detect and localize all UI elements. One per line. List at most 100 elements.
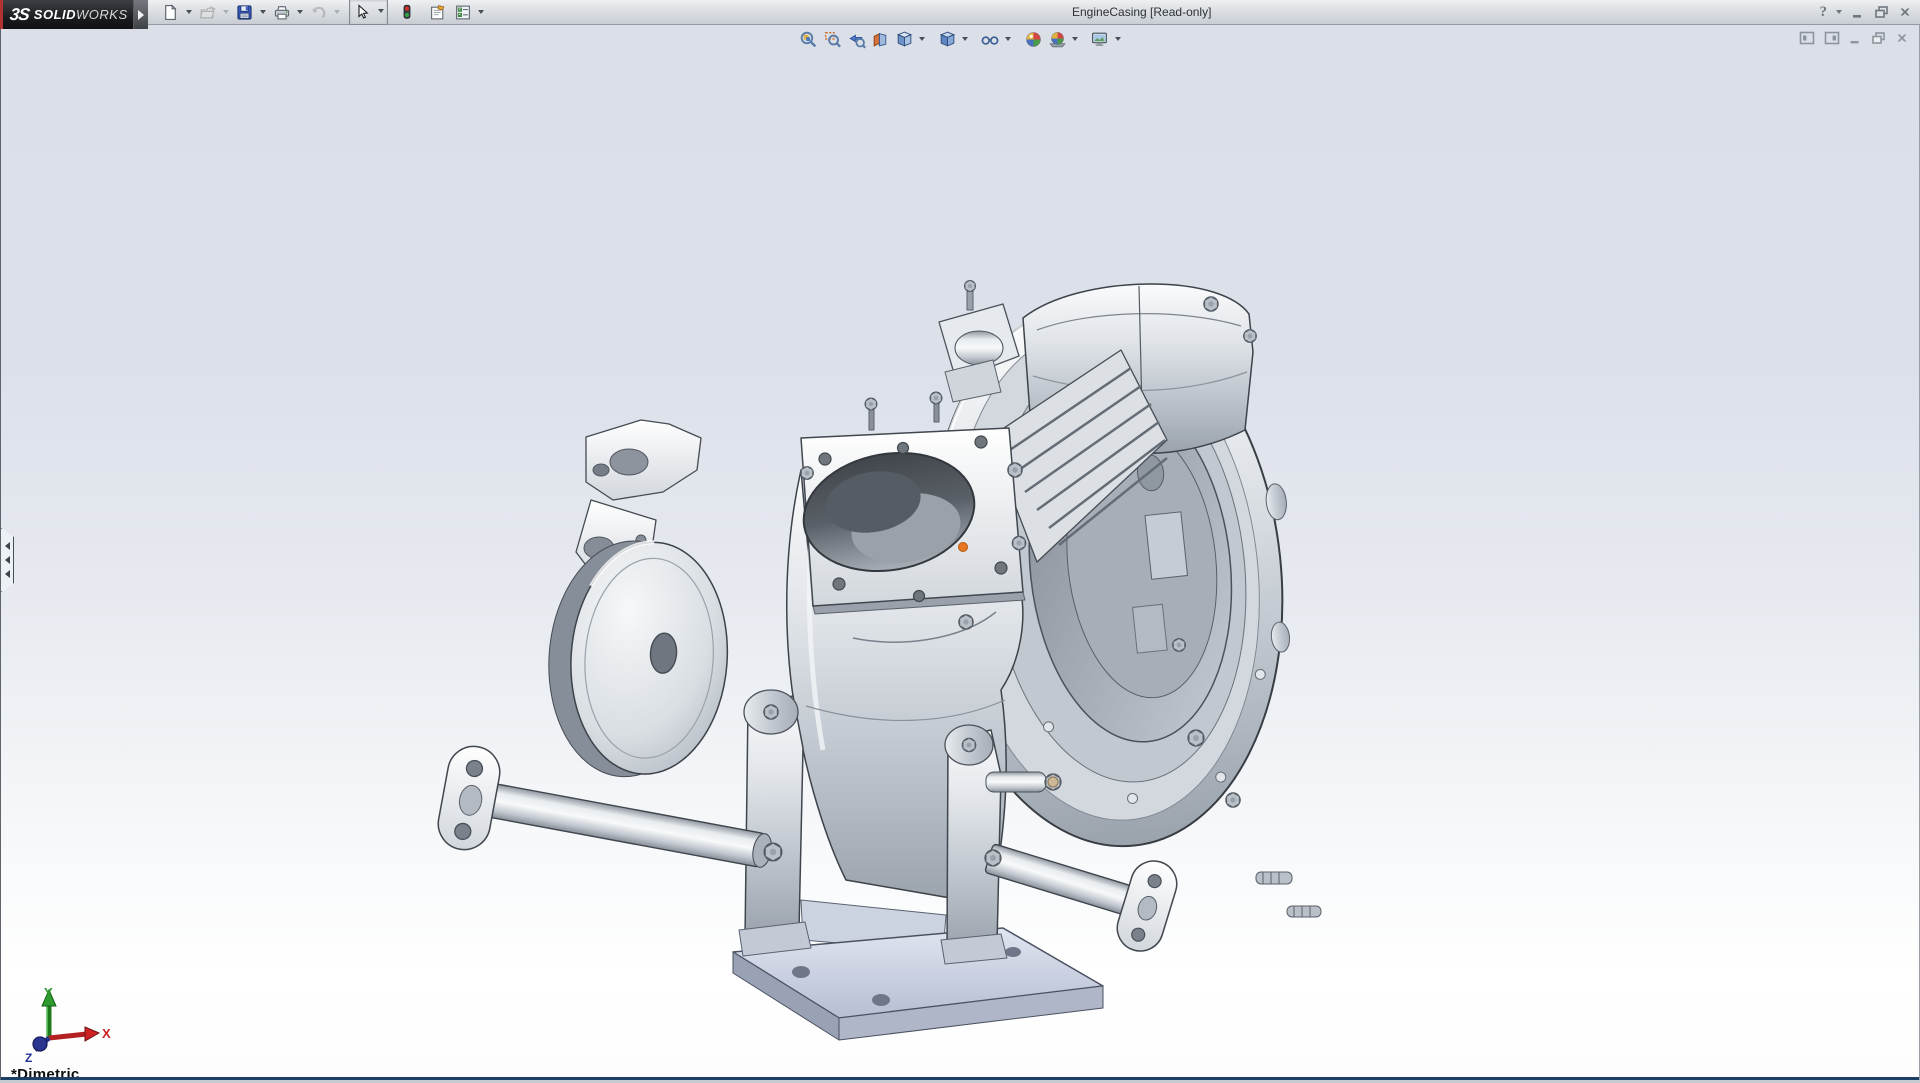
display-style-button[interactable] (936, 28, 958, 50)
model-geometry (437, 279, 1322, 1041)
restore-icon (1875, 6, 1888, 18)
selection-marker-dot[interactable] (958, 542, 968, 552)
save-button[interactable] (232, 0, 257, 24)
solidworks-logo[interactable]: 3S SOLIDWORKS (0, 0, 133, 29)
display-style-cube-icon (939, 31, 955, 47)
display-style-dropdown[interactable] (960, 28, 970, 50)
new-document-icon (165, 3, 177, 20)
window-title: EngineCasing [Read-only] (1072, 5, 1212, 19)
ds-logo-mark: 3S (8, 4, 31, 24)
traffic-light-icon (403, 4, 410, 19)
restore-button[interactable] (1874, 3, 1889, 21)
left-arrow-icon (5, 556, 10, 564)
featuremanager-collapsed-tab[interactable] (1, 528, 14, 592)
select-tool-button[interactable] (350, 0, 375, 24)
z-axis-ball (32, 1036, 48, 1052)
main-toolbar (158, 0, 487, 25)
edit-appearance-button[interactable] (1022, 28, 1044, 50)
right-arrow-icon (138, 9, 144, 20)
doc-restore-button[interactable] (1871, 30, 1886, 46)
left-arrow-icon (5, 570, 10, 578)
left-arrow-icon (5, 542, 10, 550)
view-settings-button[interactable] (1089, 28, 1111, 50)
doc-close-button[interactable] (1895, 30, 1909, 46)
view-orientation-label: *Dimetric (11, 1066, 80, 1083)
zoom-to-area-icon (824, 31, 841, 48)
appearance-ball-icon (1025, 31, 1041, 47)
y-axis-label: Y (44, 985, 53, 1000)
doc-restore-icon (1872, 32, 1885, 44)
view-orientation-cube-icon (896, 31, 912, 47)
options-dropdown[interactable] (475, 1, 487, 23)
view-settings-dropdown[interactable] (1113, 28, 1123, 50)
undo-button[interactable] (306, 0, 331, 24)
section-view-icon (873, 32, 886, 47)
view-orientation-button[interactable] (893, 28, 915, 50)
undo-arrow-icon (311, 6, 325, 18)
zoom-to-fit-button[interactable] (797, 28, 819, 50)
view-orientation-dropdown[interactable] (917, 28, 927, 50)
document-window-controls (1799, 30, 1909, 46)
previous-view-button[interactable] (845, 28, 867, 50)
file-properties-button[interactable] (425, 0, 450, 24)
open-folder-icon (199, 5, 216, 18)
save-floppy-icon (237, 4, 252, 20)
graphics-viewport[interactable]: Y X Z *Dimetric (0, 24, 1920, 1083)
open-dropdown[interactable] (220, 1, 232, 23)
hide-show-items-button[interactable] (979, 28, 1001, 50)
eyeglasses-icon (981, 35, 999, 45)
options-checklist-icon (455, 5, 470, 19)
z-axis-label: Z (25, 1051, 32, 1065)
apply-scene-button[interactable] (1046, 28, 1068, 50)
open-button[interactable] (195, 0, 220, 24)
close-icon (1900, 8, 1910, 16)
previous-view-icon (848, 34, 866, 48)
help-dropdown[interactable] (1836, 3, 1842, 21)
solidworks-wordmark: SOLIDWORKS (33, 7, 128, 22)
zoom-to-area-button[interactable] (821, 28, 843, 50)
zoom-to-fit-icon (800, 31, 816, 47)
right-rod-flange (1116, 860, 1178, 952)
print-dropdown[interactable] (294, 1, 306, 23)
close-button[interactable] (1898, 3, 1912, 21)
hide-show-items-dropdown[interactable] (1003, 28, 1013, 50)
x-axis-label: X (102, 1026, 111, 1041)
doc-minimize-icon (1850, 41, 1859, 44)
new-document-dropdown[interactable] (183, 1, 195, 23)
title-bar: EngineCasing [Read-only] ? (0, 0, 1920, 25)
pivot-pin (985, 771, 1062, 793)
select-cursor-icon (357, 4, 369, 19)
new-document-button[interactable] (158, 0, 183, 24)
apply-scene-dropdown[interactable] (1070, 28, 1080, 50)
save-dropdown[interactable] (257, 1, 269, 23)
x-axis-arrow[interactable] (84, 1026, 101, 1042)
cover-disc (548, 540, 729, 778)
rebuild-button[interactable] (394, 0, 419, 24)
options-button[interactable] (450, 0, 475, 24)
heads-up-view-toolbar (797, 28, 1123, 50)
printer-icon (274, 5, 289, 19)
3d-model-engine-casing[interactable] (1, 24, 1920, 1080)
minimize-icon (1853, 15, 1861, 18)
minimize-button[interactable] (1851, 3, 1865, 21)
pane-left-icon (1799, 31, 1815, 45)
undo-dropdown[interactable] (331, 1, 343, 23)
file-properties-icon (430, 4, 444, 19)
help-button[interactable]: ? (1820, 3, 1828, 21)
apply-scene-icon (1048, 31, 1066, 47)
select-tool-group (349, 0, 388, 25)
select-tool-dropdown[interactable] (375, 0, 387, 22)
window-controls: ? (1820, 2, 1913, 22)
solidworks-window: { "window": { "title": "EngineCasing [Re… (0, 0, 1920, 1083)
doc-close-icon (1897, 34, 1907, 42)
left-rod-flange (437, 745, 501, 851)
show-pane-right-button[interactable] (1824, 30, 1840, 46)
view-settings-monitor-icon (1092, 32, 1107, 46)
show-pane-left-button[interactable] (1799, 30, 1815, 46)
doc-minimize-button[interactable] (1849, 30, 1862, 46)
section-view-button[interactable] (869, 28, 891, 50)
menu-flyout-arrow[interactable] (133, 0, 148, 29)
pane-right-icon (1824, 31, 1840, 45)
print-button[interactable] (269, 0, 294, 24)
threaded-studs (1255, 871, 1322, 918)
